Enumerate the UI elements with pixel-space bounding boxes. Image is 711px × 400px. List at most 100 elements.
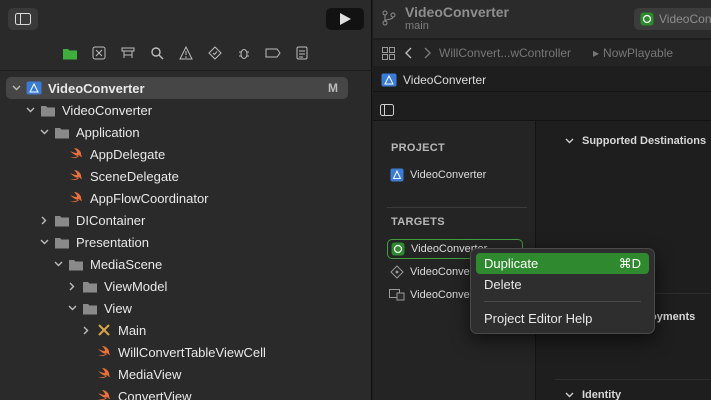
tree-row[interactable]: DIContainer — [6, 209, 348, 231]
project-title: VideoConverter — [405, 4, 509, 20]
source-control-icon[interactable] — [91, 45, 107, 61]
run-button[interactable] — [326, 8, 364, 30]
supported-destinations-header[interactable]: Supported Destinations — [565, 135, 706, 147]
target-label: VideoConver — [410, 266, 474, 278]
tree-row-label: View — [104, 300, 132, 316]
chevron-down-icon[interactable] — [38, 126, 50, 138]
folder-icon — [54, 235, 70, 249]
tree-row[interactable]: Presentation — [6, 231, 348, 253]
related-items-icon[interactable] — [382, 46, 395, 60]
chevron-down-icon[interactable] — [66, 302, 78, 314]
context-menu: Duplicate ⌘D Delete Project Editor Help — [470, 248, 655, 334]
tree-row-label: ViewModel — [104, 278, 168, 294]
swift-file-icon — [96, 367, 112, 381]
identity-header[interactable]: Identity — [565, 389, 621, 400]
forward-arrow-icon[interactable] — [423, 47, 431, 59]
swift-file-icon: ▸ — [593, 46, 600, 60]
identity-label: Identity — [582, 389, 622, 400]
project-navigator: VideoConverter M VideoConverter Application… — [0, 0, 372, 400]
tree-row[interactable]: ViewModel — [6, 275, 348, 297]
tree-row[interactable]: VideoConverter — [6, 99, 348, 121]
issue-icon[interactable] — [178, 45, 194, 61]
tree-row-label: Main — [118, 322, 147, 338]
ui-test-target-icon — [389, 288, 405, 302]
supported-destinations-label: Supported Destinations — [582, 135, 707, 147]
breadcrumb[interactable]: VideoConverter — [373, 68, 711, 92]
editor-sidebar-toggle[interactable] — [380, 103, 394, 121]
tree-row-label: WillConvertTableViewCell — [118, 344, 266, 360]
chevron-right-icon[interactable] — [66, 280, 78, 292]
sidebar-icon — [380, 104, 394, 116]
find-icon[interactable] — [149, 45, 165, 61]
tree-row[interactable]: SceneDelegate — [6, 165, 348, 187]
chevron-right-icon[interactable] — [80, 324, 92, 336]
file-tree: VideoConverter M VideoConverter Application… — [6, 77, 348, 400]
breakpoint-icon[interactable] — [265, 45, 281, 61]
sidebar-toggle-button[interactable] — [8, 8, 38, 30]
swift-file-icon — [68, 147, 84, 161]
tree-row-label: AppFlowCoordinator — [90, 190, 209, 206]
tree-row-label: Application — [76, 124, 140, 140]
swift-file-icon — [68, 191, 84, 205]
chevron-down-icon[interactable] — [38, 236, 50, 248]
chevron-right-icon[interactable] — [38, 214, 50, 226]
tree-row-label: AppDelegate — [90, 146, 166, 162]
folder-icon — [40, 103, 56, 117]
navigator-toolbar — [0, 0, 372, 38]
project-item[interactable]: VideoConverter — [387, 165, 523, 185]
tree-row[interactable]: AppFlowCoordinator — [6, 187, 348, 209]
menu-item-label: Duplicate — [484, 256, 539, 271]
folder-icon — [54, 125, 70, 139]
breadcrumb-label: VideoConverter — [403, 72, 487, 87]
chevron-down-icon[interactable] — [10, 82, 22, 94]
chevron-down-icon[interactable] — [24, 104, 36, 116]
window-toolbar: VideoConverter main VideoConv — [373, 0, 711, 38]
duplicate-menu-item[interactable]: Duplicate ⌘D — [476, 253, 649, 274]
symbol-icon[interactable] — [120, 45, 136, 61]
tree-row[interactable]: AppDelegate — [6, 143, 348, 165]
tree-row-label: VideoConverter — [62, 102, 153, 118]
swift-file-icon — [96, 345, 112, 359]
project-editor-help-menu-item[interactable]: Project Editor Help — [476, 308, 649, 329]
project-icon — [381, 73, 397, 86]
report-icon[interactable] — [294, 45, 310, 61]
pane-separator — [387, 207, 527, 208]
menu-item-label: Project Editor Help — [484, 311, 593, 326]
modified-badge: M — [328, 81, 338, 95]
navigator-divider — [0, 70, 372, 71]
tree-row[interactable]: VideoConverter M — [6, 77, 348, 99]
debug-icon[interactable] — [236, 45, 252, 61]
chevron-down-icon — [565, 392, 574, 398]
jumpbar-item[interactable]: NowPlayable — [603, 46, 673, 60]
jump-bar: WillConvert...wController ▸ NowPlayable — [373, 40, 711, 66]
chevron-down-icon — [565, 138, 574, 144]
test-icon[interactable] — [207, 45, 223, 61]
play-icon — [340, 13, 351, 25]
swift-file-icon — [96, 389, 112, 400]
tree-row[interactable]: ConvertView — [6, 385, 348, 400]
tree-row[interactable]: WillConvertTableViewCell — [6, 341, 348, 363]
jumpbar-file[interactable]: WillConvert...wController — [439, 46, 589, 60]
app-target-icon — [640, 12, 654, 26]
project-editor: VideoConverter main VideoConv WillConver… — [373, 0, 711, 400]
targets-section-title: TARGETS — [391, 216, 445, 228]
target-label: VideoConver — [410, 289, 474, 301]
folder-icon[interactable] — [62, 45, 78, 61]
tree-row[interactable]: Main — [6, 319, 348, 341]
project-item-label: VideoConverter — [410, 169, 487, 181]
tree-row[interactable]: View — [6, 297, 348, 319]
scheme-selector[interactable]: VideoConv — [634, 8, 711, 30]
tree-row[interactable]: MediaView — [6, 363, 348, 385]
branch-name: main — [405, 20, 429, 32]
chevron-down-icon[interactable] — [52, 258, 64, 270]
sidebar-icon — [15, 13, 31, 25]
interface-builder-icon — [96, 323, 112, 337]
tree-row[interactable]: Application — [6, 121, 348, 143]
swift-file-icon — [68, 169, 84, 183]
tree-row[interactable]: MediaScene — [6, 253, 348, 275]
delete-menu-item[interactable]: Delete — [476, 274, 649, 295]
back-arrow-icon[interactable] — [405, 47, 413, 59]
